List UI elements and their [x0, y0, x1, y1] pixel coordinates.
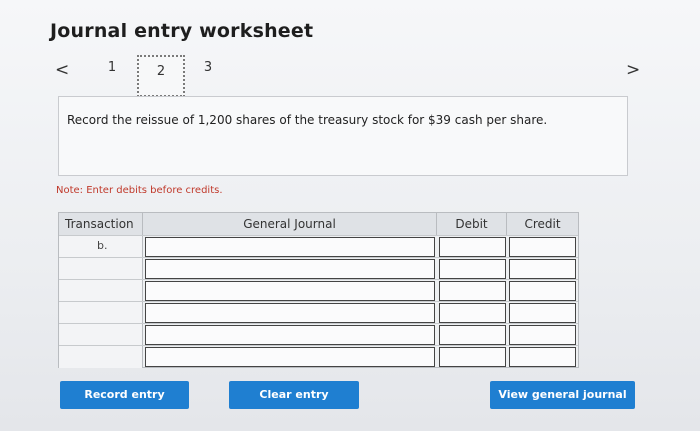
header-transaction: Transaction: [59, 213, 143, 235]
table-row: [59, 301, 578, 324]
view-general-journal-button[interactable]: View general journal: [490, 381, 635, 409]
credit-input[interactable]: [509, 259, 576, 279]
journal-table: Transaction General Journal Debit Credit…: [58, 212, 579, 368]
prompt-text: Record the reissue of 1,200 shares of th…: [67, 113, 548, 127]
transaction-cell: [59, 324, 143, 346]
step-tab-1[interactable]: 1: [92, 60, 132, 75]
header-general-journal: General Journal: [143, 213, 437, 235]
worksheet-page: Journal entry worksheet < 1 2 3 > Record…: [0, 0, 700, 431]
credit-input[interactable]: [509, 325, 576, 345]
table-row: [59, 323, 578, 346]
table-row: [59, 257, 578, 280]
step-tab-3[interactable]: 3: [188, 60, 228, 75]
debit-input[interactable]: [439, 237, 506, 257]
debit-input[interactable]: [439, 303, 506, 323]
header-debit: Debit: [437, 213, 507, 235]
chevron-left-icon[interactable]: <: [55, 60, 69, 80]
account-input[interactable]: [145, 259, 435, 279]
clear-entry-button[interactable]: Clear entry: [229, 381, 359, 409]
credit-input[interactable]: [509, 237, 576, 257]
header-credit: Credit: [507, 213, 578, 235]
transaction-cell: [59, 258, 143, 280]
chevron-right-icon[interactable]: >: [626, 60, 640, 80]
step-tab-2[interactable]: 2: [137, 55, 185, 97]
transaction-cell: [59, 346, 143, 368]
account-input[interactable]: [145, 325, 435, 345]
account-input[interactable]: [145, 281, 435, 301]
debit-input[interactable]: [439, 281, 506, 301]
note-text: Note: Enter debits before credits.: [56, 185, 223, 196]
record-entry-button[interactable]: Record entry: [60, 381, 189, 409]
debit-input[interactable]: [439, 259, 506, 279]
table-row: [59, 279, 578, 302]
credit-input[interactable]: [509, 281, 576, 301]
account-input[interactable]: [145, 237, 435, 257]
table-row: b.: [59, 235, 578, 258]
transaction-cell: b.: [59, 236, 143, 258]
transaction-cell: [59, 280, 143, 302]
account-input[interactable]: [145, 347, 435, 367]
credit-input[interactable]: [509, 303, 576, 323]
debit-input[interactable]: [439, 325, 506, 345]
transaction-cell: [59, 302, 143, 324]
debit-input[interactable]: [439, 347, 506, 367]
table-row: [59, 345, 578, 368]
credit-input[interactable]: [509, 347, 576, 367]
page-title: Journal entry worksheet: [50, 20, 314, 42]
prompt-box: Record the reissue of 1,200 shares of th…: [58, 96, 628, 176]
account-input[interactable]: [145, 303, 435, 323]
